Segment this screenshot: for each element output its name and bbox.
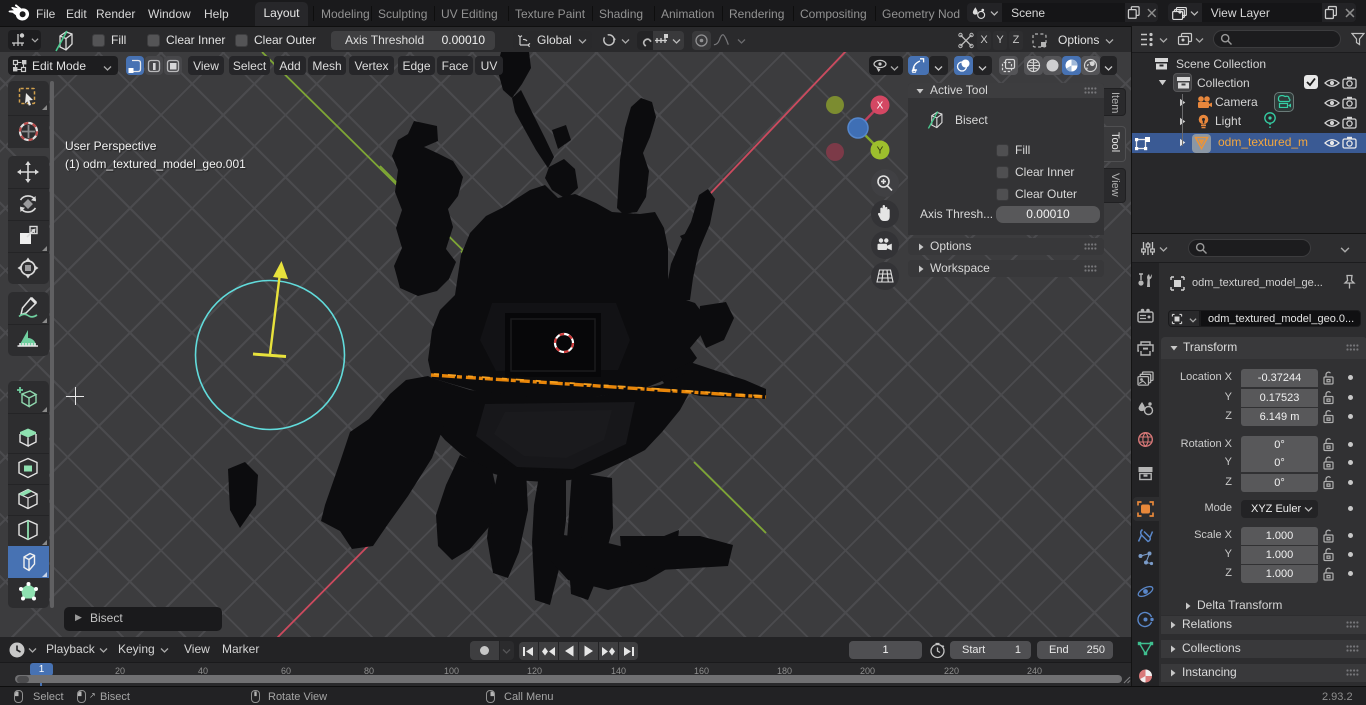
svg-text:Y: Y <box>877 146 884 157</box>
svg-text:X: X <box>877 101 884 112</box>
